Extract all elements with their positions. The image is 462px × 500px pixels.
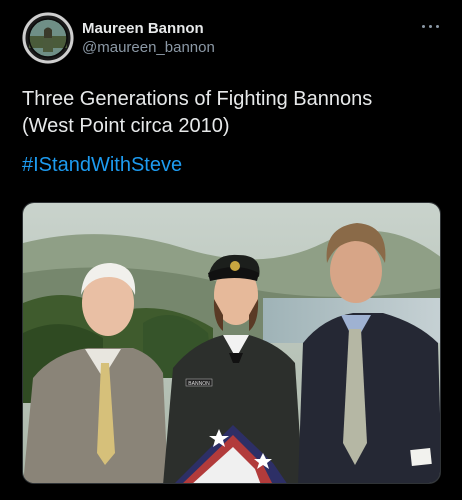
author-display-name[interactable]: Maureen Bannon [82,19,215,38]
tweet-text-line-1: Three Generations of Fighting Bannons [22,88,373,110]
photo-image: BANNON [23,203,440,483]
army-seal-avatar-icon [22,12,74,64]
tweet-text: Three Generations of Fighting Bannons (W… [22,86,442,140]
tweet-header: Maureen Bannon @maureen_bannon [22,10,442,66]
hashtag-link[interactable]: #IStandWithSteve [22,152,182,179]
tweet-text-line-2: (West Point circa 2010) [22,115,230,137]
tweet-photo[interactable]: BANNON [22,202,441,484]
name-tag: BANNON [188,381,210,387]
more-options-icon[interactable] [422,22,440,32]
author-handle[interactable]: @maureen_bannon [82,38,215,57]
author-avatar[interactable] [22,12,74,64]
author-names: Maureen Bannon @maureen_bannon [82,19,215,57]
